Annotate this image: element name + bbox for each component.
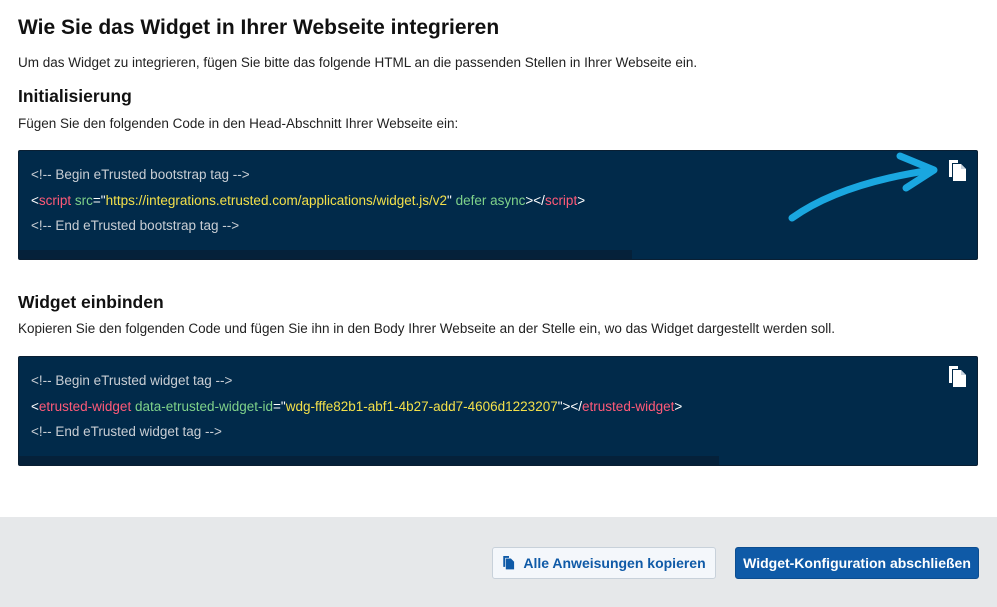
code-punct: <: [31, 193, 39, 208]
footer-bar: Alle Anweisungen kopieren Widget-Konfigu…: [0, 517, 997, 607]
embed-section-description: Kopieren Sie den folgenden Code und füge…: [18, 321, 836, 336]
finish-label: Widget-Konfiguration abschließen: [743, 555, 971, 571]
horizontal-scrollbar[interactable]: [19, 456, 719, 465]
code-attr-value: https://integrations.etrusted.com/applic…: [105, 193, 448, 208]
code-punct: <: [31, 399, 39, 414]
code-punct: ></: [562, 399, 583, 414]
copy-icon: [503, 556, 515, 570]
code-attr-name: data-etrusted-widget-id: [134, 399, 274, 414]
code-attr-name: src: [74, 193, 93, 208]
code-tag-name-close: script: [544, 193, 578, 208]
page-title: Wie Sie das Widget in Ihrer Webseite int…: [18, 16, 500, 39]
code-punct: =": [92, 193, 106, 208]
code-widget-line: <etrusted-widget data-etrusted-widget-id…: [31, 399, 682, 414]
code-comment-end: <!-- End eTrusted widget tag -->: [31, 424, 222, 439]
code-comment-begin: <!-- Begin eTrusted widget tag -->: [31, 373, 233, 388]
code-script-line: <script src="https://integrations.etrust…: [31, 193, 585, 208]
copy-all-button[interactable]: Alle Anweisungen kopieren: [492, 547, 716, 579]
code-punct: =": [273, 399, 286, 414]
code-punct: ></: [525, 193, 545, 208]
code-punct: >: [674, 399, 683, 414]
code-tag-name-close: etrusted-widget: [582, 399, 675, 414]
code-attr-value: wdg-fffe82b1-abf1-4b27-add7-4606d1223207: [285, 399, 558, 414]
init-section-title: Initialisierung: [18, 86, 132, 106]
code-tag-name: script: [38, 193, 72, 208]
code-attr-flags: defer async: [455, 193, 526, 208]
pointer-arrow-icon: [788, 152, 938, 222]
code-tag-name: etrusted-widget: [38, 399, 132, 414]
copy-all-label: Alle Anweisungen kopieren: [523, 555, 706, 571]
code-punct: ": [447, 193, 452, 208]
horizontal-scrollbar[interactable]: [19, 250, 632, 259]
copy-icon[interactable]: [947, 365, 969, 389]
intro-text: Um das Widget zu integrieren, fügen Sie …: [18, 55, 698, 70]
code-comment-begin: <!-- Begin eTrusted bootstrap tag -->: [31, 167, 250, 182]
code-punct: >: [577, 193, 586, 208]
code-comment-end: <!-- End eTrusted bootstrap tag -->: [31, 218, 240, 233]
init-section-description: Fügen Sie den folgenden Code in den Head…: [18, 116, 459, 131]
copy-icon[interactable]: [947, 159, 969, 183]
embed-section-title: Widget einbinden: [18, 292, 164, 312]
widget-code-block[interactable]: <!-- Begin eTrusted widget tag --> <etru…: [18, 356, 978, 466]
finish-configuration-button[interactable]: Widget-Konfiguration abschließen: [735, 547, 979, 579]
